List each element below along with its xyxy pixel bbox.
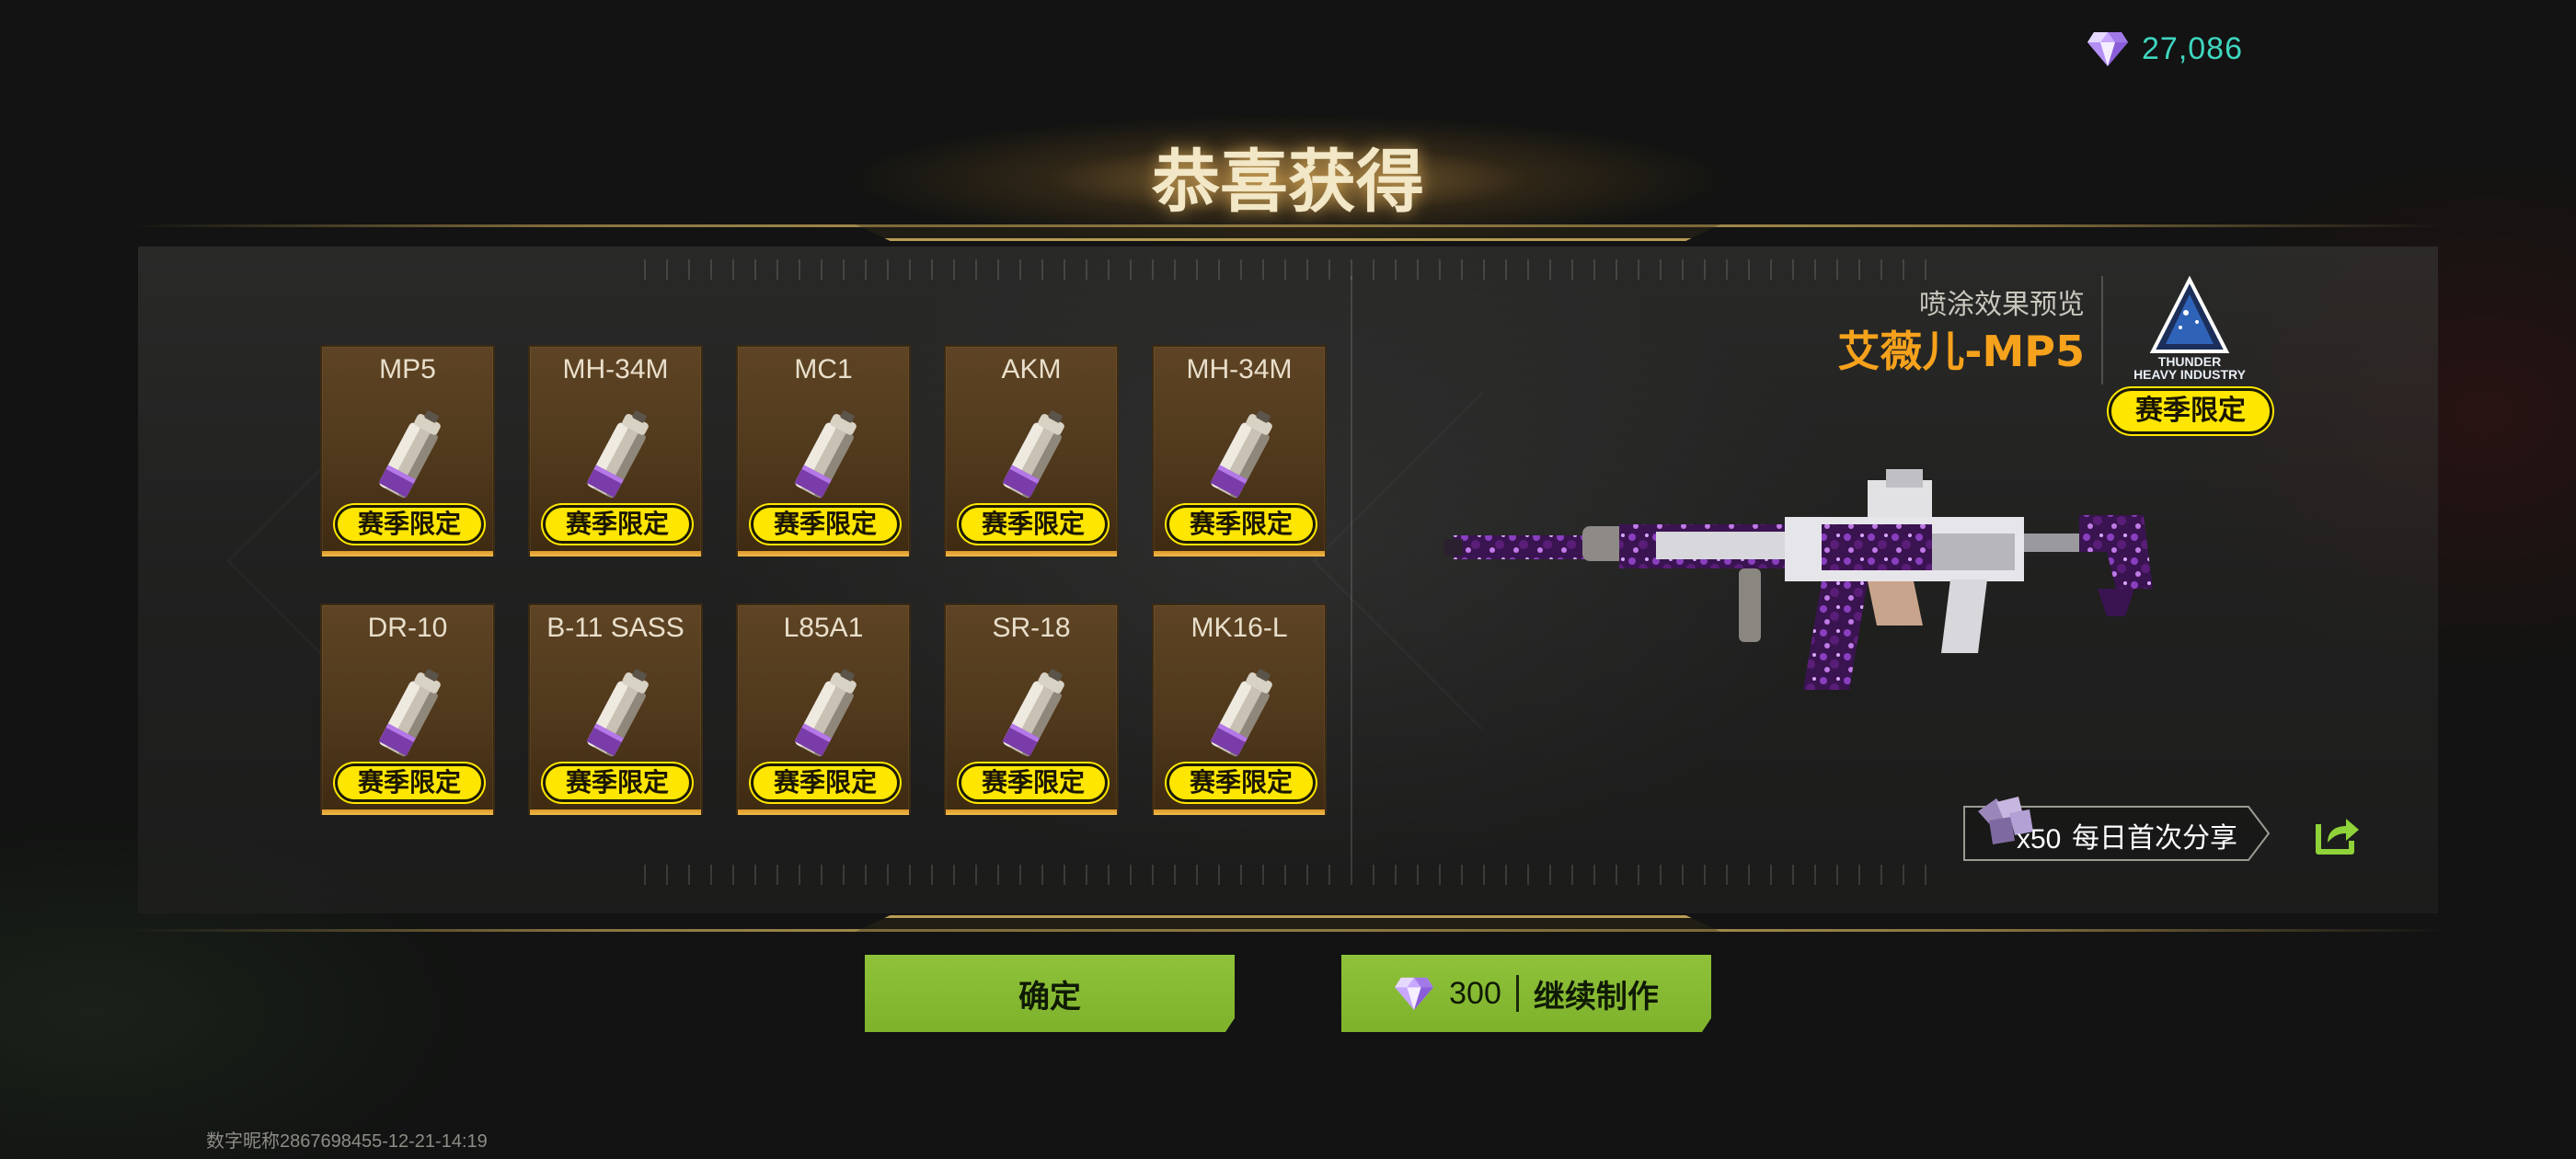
reward-card[interactable]: L85A1 赛季限定 [736, 603, 911, 815]
card-weapon-name: L85A1 [783, 613, 864, 643]
card-weapon-name: SR-18 [992, 613, 1071, 643]
footer-watermark: 数字昵称2867698455-12-21-14:19 [206, 1131, 488, 1152]
frame-top-notch [856, 224, 1720, 241]
currency-display: 27,086 [2087, 24, 2243, 74]
reward-card[interactable]: MK16-L 赛季限定 [1152, 603, 1327, 815]
reward-card[interactable]: DR-10 赛季限定 [320, 603, 495, 815]
brand-divider [2101, 276, 2103, 384]
spray-can-icon [1210, 669, 1272, 757]
card-weapon-name: B-11 SASS [546, 613, 684, 643]
spray-can-icon [586, 669, 649, 757]
spray-can-icon [378, 410, 441, 499]
card-weapon-name: DR-10 [367, 613, 448, 643]
panel-divider [1351, 276, 1352, 865]
season-limited-badge: 赛季限定 [543, 505, 692, 544]
spray-can-icon [586, 410, 649, 499]
season-limited-badge: 赛季限定 [543, 763, 692, 802]
continue-crafting-button[interactable]: 300 继续制作 [1341, 955, 1711, 1032]
confirm-button-label: 确定 [1018, 978, 1081, 1016]
spray-can-icon [794, 410, 857, 499]
confirm-button[interactable]: 确定 [865, 955, 1235, 1032]
preview-label: 喷涂效果预览 [1919, 289, 2085, 321]
spray-can-icon [1002, 410, 1064, 499]
brand-line-1: THUNDER [2157, 354, 2222, 369]
share-reward-quantity: x50 [2017, 824, 2062, 855]
reward-card[interactable]: MC1 赛季限定 [736, 345, 911, 557]
season-limited-badge: 赛季限定 [335, 763, 484, 802]
season-limited-badge: 赛季限定 [1167, 505, 1316, 544]
diamond-icon [1395, 977, 1434, 1011]
season-limited-badge: 赛季限定 [2109, 388, 2272, 434]
ruler-bottom [644, 865, 1932, 885]
currency-amount: 27,086 [2142, 30, 2243, 66]
spray-can-icon [1210, 410, 1272, 499]
continue-button-label: 继续制作 [1533, 978, 1659, 1016]
card-weapon-name: MP5 [379, 354, 436, 384]
reward-card[interactable]: MH-34M 赛季限定 [528, 345, 703, 557]
reward-card[interactable]: SR-18 赛季限定 [944, 603, 1119, 815]
season-limited-badge: 赛季限定 [751, 763, 900, 802]
frame-bottom-notch [856, 915, 1720, 932]
spray-can-icon [794, 669, 857, 757]
share-label: 每日首次分享 [2072, 822, 2237, 855]
card-weapon-name: MC1 [794, 354, 853, 384]
continue-cost: 300 [1449, 975, 1501, 1011]
reward-card[interactable]: B-11 SASS 赛季限定 [528, 603, 703, 815]
reward-card[interactable]: MH-34M 赛季限定 [1152, 345, 1327, 557]
skin-name: 艾薇儿-MP5 [1837, 327, 2085, 376]
reward-card[interactable]: AKM 赛季限定 [944, 345, 1119, 557]
reward-card[interactable]: MP5 赛季限定 [320, 345, 495, 557]
season-limited-badge: 赛季限定 [1167, 763, 1316, 802]
page-title: 恭喜获得 [1152, 143, 1424, 222]
season-limited-badge: 赛季限定 [959, 763, 1108, 802]
brand-line-2: HEAVY INDUSTRY [2133, 367, 2246, 382]
season-limited-badge: 赛季限定 [751, 505, 900, 544]
diamond-icon [2087, 32, 2128, 66]
ruler-top [644, 259, 1932, 280]
card-weapon-name: MK16-L [1190, 613, 1288, 643]
spray-can-icon [1002, 669, 1064, 757]
card-weapon-name: MH-34M [562, 354, 669, 384]
card-weapon-name: AKM [1001, 354, 1062, 384]
card-weapon-name: MH-34M [1186, 354, 1293, 384]
weapon-preview-image [1444, 469, 2153, 690]
brand-name: THUNDER HEAVY INDUSTRY [2112, 355, 2267, 381]
spray-can-icon [378, 669, 441, 757]
season-limited-badge: 赛季限定 [959, 505, 1108, 544]
season-limited-badge: 赛季限定 [335, 505, 484, 544]
button-separator [1515, 975, 1519, 1012]
share-icon[interactable] [2315, 813, 2361, 855]
